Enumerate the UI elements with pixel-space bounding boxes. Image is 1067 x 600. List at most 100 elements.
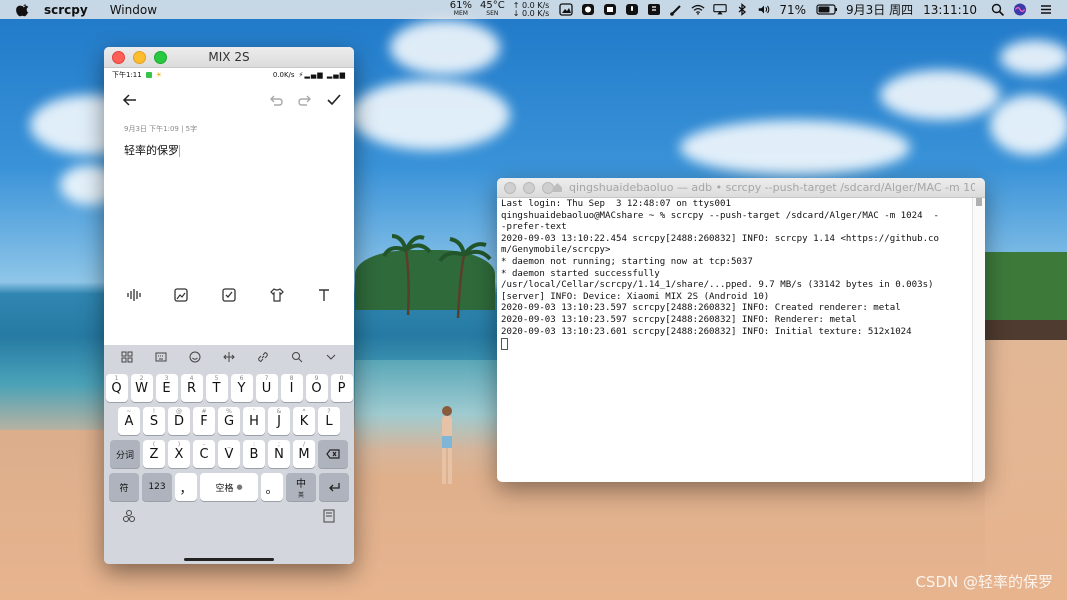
key-b[interactable]: :B	[243, 440, 265, 468]
switch-keyboard-icon[interactable]	[122, 509, 136, 523]
image-app-icon[interactable]	[559, 3, 573, 16]
key-enter[interactable]	[319, 473, 349, 501]
hide-keyboard-icon[interactable]	[322, 509, 336, 523]
voice-wave-icon[interactable]	[126, 287, 142, 303]
search-icon[interactable]	[291, 351, 303, 363]
key-comma[interactable]: ，	[175, 473, 197, 501]
text-format-icon[interactable]	[316, 287, 332, 303]
key-d[interactable]: @ D	[168, 407, 190, 435]
network-stat[interactable]: ↑ 0.0 K/s ↓ 0.0 K/s	[513, 1, 550, 18]
key-z[interactable]: (Z	[143, 440, 165, 468]
key-o[interactable]: 9O	[305, 374, 328, 402]
terminal-output[interactable]: Last login: Thu Sep 3 12:48:07 on ttys00…	[501, 199, 971, 482]
keyboard-icon[interactable]	[155, 351, 167, 363]
volume-icon[interactable]	[757, 3, 771, 16]
checkbox-icon[interactable]	[221, 287, 237, 303]
terminal-line: 2020-09-03 13:10:23.597 scrcpy[2488:2608…	[501, 314, 857, 325]
key-e[interactable]: 3E	[155, 374, 178, 402]
key-w[interactable]: 2W	[130, 374, 153, 402]
image-icon[interactable]	[173, 287, 189, 303]
key-space-label: 空格	[215, 483, 234, 494]
key-p[interactable]: 0P	[330, 374, 353, 402]
battery-icon[interactable]	[816, 3, 838, 16]
key-u[interactable]: 7U	[255, 374, 278, 402]
siri-icon[interactable]	[1013, 3, 1027, 16]
key-h[interactable]: ' H	[243, 407, 265, 435]
search-icon[interactable]	[991, 3, 1005, 16]
terminal-scrollbar[interactable]	[972, 198, 985, 482]
key-y[interactable]: 6Y	[230, 374, 253, 402]
key-space[interactable]: 空格 ●	[200, 473, 258, 501]
key-x[interactable]: ) X	[168, 440, 190, 468]
key-sub-label: 1	[114, 375, 119, 382]
menu-window[interactable]: Window	[110, 3, 157, 17]
key-m[interactable]: / M	[293, 440, 315, 468]
key-g[interactable]: % G	[218, 407, 240, 435]
checkmark-icon[interactable]	[326, 92, 342, 108]
key-sub-label: ;	[277, 441, 281, 448]
key-v[interactable]: _ V	[218, 440, 240, 468]
key-l[interactable]: ? L	[318, 407, 340, 435]
cursor-move-icon[interactable]	[223, 351, 235, 363]
key-language[interactable]: 中英	[286, 473, 316, 501]
home-indicator[interactable]	[184, 558, 274, 561]
note-text[interactable]: 轻率的保罗	[104, 134, 354, 166]
phone-window-titlebar[interactable]: MIX 2S	[104, 47, 354, 68]
minimize-button[interactable]	[523, 181, 535, 194]
temp-stat[interactable]: 45°C SEN	[480, 0, 505, 18]
undo-icon[interactable]	[268, 92, 284, 108]
bluetooth-icon[interactable]	[735, 3, 749, 16]
key-c[interactable]: -C	[193, 440, 215, 468]
key-sub-label: 7	[264, 375, 269, 382]
wifi-icon[interactable]	[691, 3, 705, 16]
apple-icon[interactable]	[16, 3, 30, 17]
key-r[interactable]: 4R	[180, 374, 203, 402]
terminal-line: * daemon not running; starting now at tc…	[501, 256, 753, 267]
scrcpy-phone-window[interactable]: MIX 2S 下午1:11 ☀ 0.0K/s ⚡▂▄▆ ▂▄▆ 9月3日 下午1…	[104, 47, 354, 564]
app-icon[interactable]	[603, 3, 617, 16]
terminal-window[interactable]: qingshuaidebaoluo — adb • scrcpy --push-…	[497, 178, 985, 482]
chevron-down-icon[interactable]	[325, 351, 337, 363]
emoji-icon[interactable]	[189, 351, 201, 363]
microphone-icon[interactable]	[625, 3, 639, 16]
app-icon[interactable]	[581, 3, 595, 16]
redo-icon[interactable]	[297, 92, 313, 108]
key-j[interactable]: & J	[268, 407, 290, 435]
key-label: E	[162, 380, 171, 396]
key-numbers[interactable]: 123	[142, 473, 172, 501]
shirt-icon[interactable]	[269, 287, 285, 303]
key-s[interactable]: ! S	[143, 407, 165, 435]
battery-percent[interactable]: 71%	[779, 3, 806, 17]
menubar-date[interactable]: 9月3日 周四	[846, 1, 913, 18]
cpu-stat[interactable]: 61% MEM	[450, 0, 472, 18]
key-a[interactable]: ~ A	[118, 407, 140, 435]
key-t[interactable]: 5T	[205, 374, 228, 402]
dictionary-icon[interactable]	[647, 3, 661, 16]
notification-center-icon[interactable]	[1039, 3, 1053, 16]
key-sub-label: ?	[327, 408, 331, 415]
note-editor[interactable]: 9月3日 下午1:09 | 5字 轻率的保罗	[104, 118, 354, 254]
close-button[interactable]	[504, 181, 516, 194]
key-f[interactable]: # F	[193, 407, 215, 435]
link-icon[interactable]	[257, 351, 269, 363]
key-q[interactable]: 1Q	[105, 374, 128, 402]
grid-icon[interactable]	[121, 351, 133, 363]
note-text-content: 轻率的保罗	[124, 144, 179, 157]
key-i[interactable]: 8I	[280, 374, 303, 402]
key-segment[interactable]: 分词	[110, 440, 140, 468]
key-backspace[interactable]	[318, 440, 348, 468]
cloud	[390, 20, 500, 75]
key-k[interactable]: * K	[293, 407, 315, 435]
menubar-clock[interactable]: 13:11:10	[923, 3, 977, 17]
terminal-titlebar[interactable]: qingshuaidebaoluo — adb • scrcpy --push-…	[497, 178, 985, 198]
key-sub-label: #	[201, 408, 207, 415]
key-period[interactable]: 。	[261, 473, 283, 501]
menu-app-name[interactable]: scrcpy	[44, 3, 88, 17]
back-arrow-icon[interactable]	[122, 92, 138, 108]
key-symbol[interactable]: 符	[109, 473, 139, 501]
airplay-icon[interactable]	[713, 3, 728, 16]
scroll-grip-icon[interactable]	[975, 198, 983, 206]
key-n[interactable]: ; N	[268, 440, 290, 468]
terminal-line: m/Genymobile/scrcpy>	[501, 245, 611, 256]
brush-icon[interactable]	[669, 3, 683, 16]
